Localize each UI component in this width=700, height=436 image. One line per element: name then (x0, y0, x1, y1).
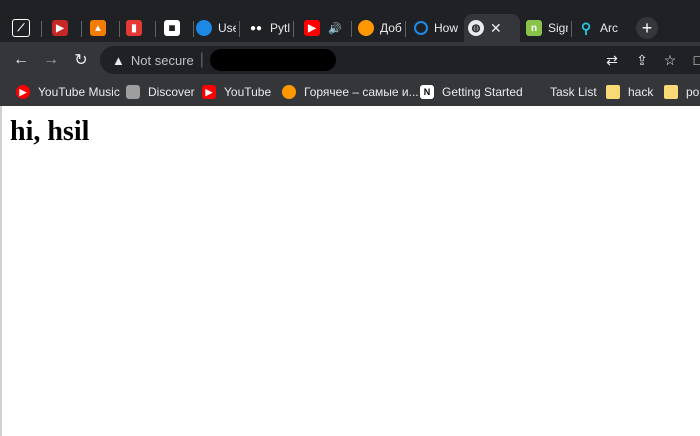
tab-7[interactable]: ●● Pytl (244, 14, 294, 42)
tab-strip: ⟋ ▶ ▲ ▮ ▦ Use ●● Pytl ▶ (0, 0, 700, 42)
bookmark-label: YouTube (224, 85, 272, 99)
bookmark-label: Discover (148, 85, 195, 99)
close-tab-icon[interactable]: ✕ (490, 20, 502, 37)
warning-icon[interactable]: ▲ (112, 53, 125, 68)
bookmark-folder-hack[interactable]: hack (606, 83, 653, 101)
tab-2[interactable]: ▶ (48, 14, 82, 42)
arc-icon: ⚲ (580, 19, 592, 36)
reload-button[interactable]: ↻ (70, 49, 92, 71)
tab-6[interactable]: Use (192, 14, 240, 42)
bookmark-label: po (686, 85, 700, 99)
bookmark-youtube[interactable]: ▶ YouTube (202, 83, 271, 101)
share-icon[interactable]: ⇪ (632, 50, 652, 70)
n-green-icon: n (526, 20, 542, 36)
tab-6-title: Use (218, 21, 236, 35)
new-tab-button[interactable]: + (636, 17, 658, 39)
tab-12[interactable]: n Sign (522, 14, 572, 42)
bookmark-label: YouTube Music (38, 85, 120, 99)
bookmark-star-icon[interactable]: ☆ (660, 50, 680, 70)
tab-13[interactable]: ⚲ Arc (574, 14, 626, 42)
forward-button[interactable]: → (40, 49, 62, 71)
tab-9[interactable]: Доб (354, 14, 406, 42)
bookmark-folder-po[interactable]: po (664, 83, 699, 101)
discover-icon (126, 85, 140, 99)
notion-icon: N (420, 85, 434, 99)
security-label[interactable]: Not secure (131, 53, 194, 68)
tab-1[interactable]: ⟋ (8, 14, 42, 42)
tab-11-active[interactable]: ◍ ✕ (464, 14, 520, 42)
translate-icon[interactable]: ⇄ (602, 50, 622, 70)
tab-12-title: Sign (548, 21, 568, 35)
bookmark-youtube-music[interactable]: ▶ YouTube Music (16, 83, 120, 101)
tab-13-title: Arc (600, 21, 618, 35)
bookmark-label: Горячее – самые и... (304, 85, 419, 99)
folder-icon (664, 85, 678, 99)
audio-playing-icon[interactable]: 🔊 (328, 22, 342, 35)
bookmark-task-list[interactable]: Task List (550, 83, 597, 101)
omnibox-divider: | (199, 51, 204, 68)
red-flag-icon: ▶ (52, 20, 68, 36)
redacted-url[interactable] (209, 49, 336, 71)
sun-icon (282, 85, 296, 99)
youtube-music-icon: ▶ (16, 85, 30, 99)
youtube-icon: ▶ (202, 85, 216, 99)
slash-logo-icon: ⟋ (12, 19, 30, 37)
youtube-icon: ▶ (304, 20, 320, 36)
tab-8[interactable]: ▶ 🔊 (300, 14, 352, 42)
bookmark-label: hack (628, 85, 654, 99)
bookmarks-bar: ▶ YouTube Music Discover ▶ YouTube Горяч… (0, 78, 700, 107)
tab-4[interactable]: ▮ (122, 14, 156, 42)
medium-icon: ●● (248, 20, 264, 36)
tab-5[interactable]: ▦ (160, 14, 194, 42)
orange-blocks-icon: ▲ (90, 20, 106, 36)
sun-icon (358, 20, 374, 36)
bookmark-label: Task List (550, 85, 597, 99)
tab-3[interactable]: ▲ (86, 14, 120, 42)
browser-chrome: ⟋ ▶ ▲ ▮ ▦ Use ●● Pytl ▶ (0, 0, 700, 107)
globe-icon: ◍ (468, 20, 484, 36)
refresh-blue-icon (414, 21, 428, 35)
qr-icon: ▦ (164, 20, 180, 36)
bookmark-label: Getting Started (442, 85, 523, 99)
extension-icon[interactable]: □ (688, 50, 700, 70)
trello-icon: ▮ (126, 20, 142, 36)
page-heading: hi, hsil (10, 116, 90, 147)
tab-10-title: How (434, 21, 458, 35)
tab-9-title: Доб (380, 21, 402, 35)
back-button[interactable]: ← (10, 49, 32, 71)
page-content: hi, hsil (0, 106, 700, 436)
bookmark-goryachee[interactable]: Горячее – самые и... (282, 83, 419, 101)
bookmark-getting-started[interactable]: N Getting Started (420, 83, 523, 101)
tab-7-title: Pytl (270, 21, 290, 35)
bookmark-discover[interactable]: Discover (126, 83, 195, 101)
toolbar: ← → ↻ ▲ Not secure | ⇄ ⇪ ☆ □ (0, 42, 700, 78)
database-icon (196, 20, 212, 36)
folder-icon (606, 85, 620, 99)
tab-10[interactable]: How (410, 14, 462, 42)
